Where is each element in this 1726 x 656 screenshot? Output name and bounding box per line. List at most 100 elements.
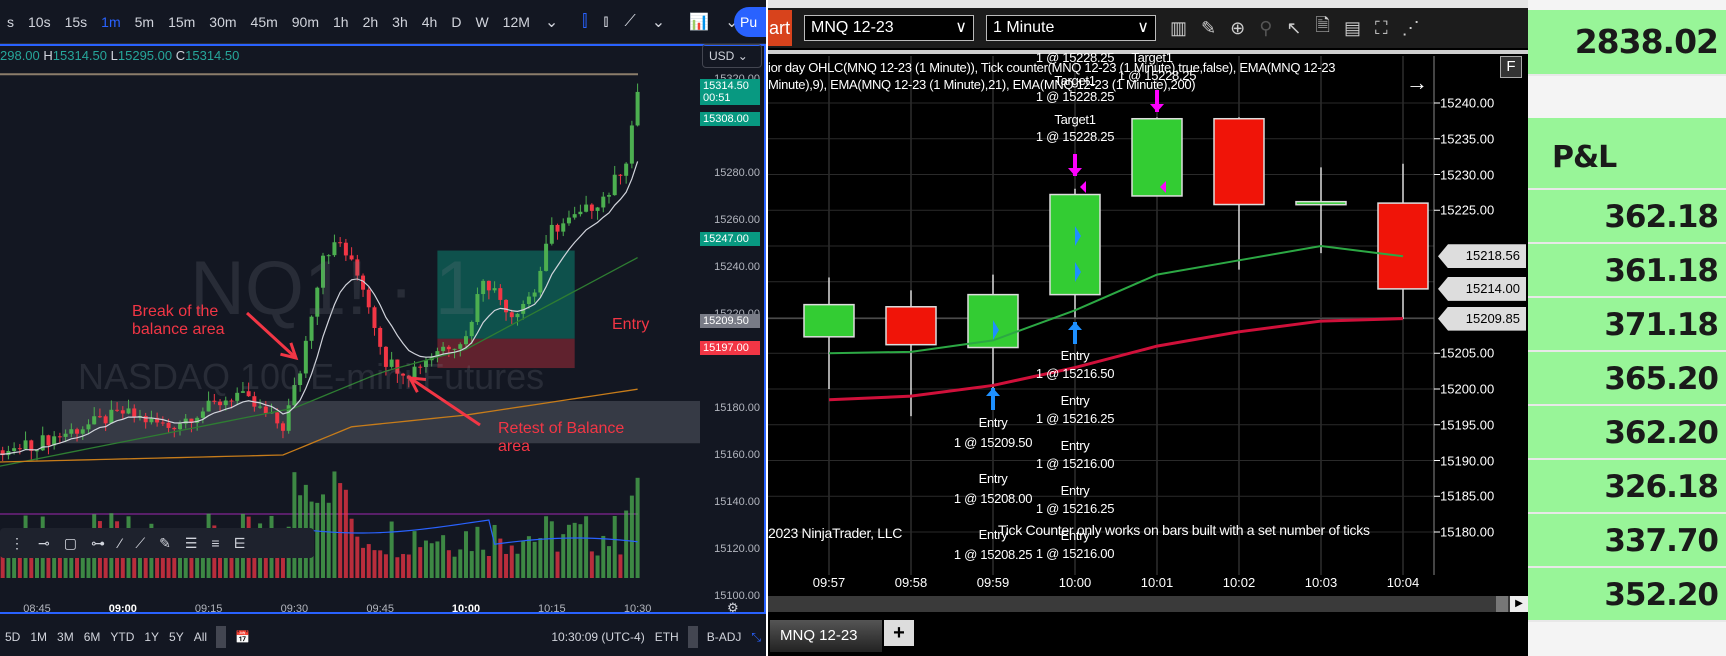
- volume-bar: [635, 477, 640, 578]
- range-6M[interactable]: 6M: [79, 630, 106, 644]
- candle-body: [200, 411, 205, 418]
- copyright: 2023 NinjaTrader, LLC: [768, 525, 903, 541]
- entry-label: Entry: [978, 415, 1008, 430]
- divider: [687, 626, 698, 648]
- range-3M[interactable]: 3M: [52, 630, 79, 644]
- volume-bar: [521, 541, 526, 578]
- candle-body: [578, 211, 583, 215]
- range-1M[interactable]: 1M: [25, 630, 52, 644]
- price-tick: 15190.00: [1440, 453, 1495, 468]
- range-5D[interactable]: 5D: [0, 630, 25, 644]
- scroll-right-icon[interactable]: ▶: [1510, 596, 1528, 612]
- candle-body: [166, 422, 171, 428]
- entry-price: 1 @ 15216.00: [1035, 456, 1115, 471]
- volume-bar: [624, 510, 629, 578]
- price-marker-tag: 15209.85: [1438, 306, 1526, 331]
- price-tick: 15120.00: [714, 543, 760, 555]
- target-label: Target1: [1054, 112, 1096, 127]
- entry-label: Entry: [1060, 393, 1090, 408]
- volume-bar: [612, 516, 617, 578]
- horizontal-line-icon[interactable]: ⊸: [38, 535, 50, 552]
- volume-bar: [423, 540, 428, 578]
- scroll-right-arrow-icon[interactable]: →: [1406, 70, 1428, 96]
- candle-body: [572, 214, 577, 218]
- candle-body: [566, 217, 571, 224]
- candle-body: [492, 288, 497, 291]
- volume-bar: [372, 550, 377, 578]
- volume-bar: [498, 538, 503, 578]
- parallel-channel-icon[interactable]: ☰: [185, 535, 198, 552]
- currency-select[interactable]: USD ⌄: [702, 44, 762, 68]
- volume-bar: [629, 495, 634, 578]
- annotation-break: Break of the balance area: [132, 303, 225, 338]
- volume-bar: [35, 558, 39, 578]
- candle-body: [92, 416, 97, 425]
- adjust-toggle[interactable]: B-ADJ: [702, 630, 747, 644]
- target-price: 1 @ 15228.25: [1035, 50, 1115, 65]
- entry-label: Entry: [1060, 348, 1090, 363]
- range-5Y[interactable]: 5Y: [164, 630, 189, 644]
- time-tick: 10:01: [1140, 575, 1174, 590]
- candle-body: [120, 410, 125, 414]
- candle-body: [126, 408, 131, 414]
- maximize-icon[interactable]: ⤡: [746, 630, 766, 645]
- rectangle-icon[interactable]: ▢: [64, 535, 77, 552]
- stop-price-tag: 15197.00: [700, 341, 760, 355]
- candle-body: [160, 422, 165, 424]
- pnl-row: 362.18: [1528, 190, 1726, 244]
- candle-body: [486, 280, 491, 291]
- volume-bar: [355, 536, 360, 578]
- pnl-row: 352.20: [1528, 568, 1726, 622]
- volume-bar: [549, 521, 554, 578]
- candle-body: [464, 336, 468, 345]
- scrollbar-thumb[interactable]: [1496, 596, 1508, 612]
- candle-body: [338, 242, 343, 244]
- volume-bar: [349, 518, 354, 578]
- candle-body: [143, 415, 148, 423]
- pnl-panel: 2838.02 P&L 362.18 361.18 371.18 365.20 362.…: [1528, 0, 1726, 656]
- volume-bar: [378, 550, 383, 578]
- f-button[interactable]: F: [1500, 56, 1522, 78]
- target-price: 1 @ 15228.25: [1117, 68, 1197, 83]
- trend-line-icon[interactable]: ⁄: [119, 535, 121, 551]
- session-toggle[interactable]: ETH: [650, 630, 684, 644]
- horizontal-scrollbar[interactable]: ▶: [768, 596, 1528, 612]
- time-tick: 09:00: [108, 603, 137, 615]
- add-tab-button[interactable]: +: [884, 620, 914, 646]
- volume-bar: [406, 554, 411, 578]
- entry-label: Entry: [1060, 483, 1090, 498]
- time-tick: 10:03: [1304, 575, 1338, 590]
- pitchfork-icon[interactable]: ⋿: [234, 535, 246, 552]
- volume-bar: [492, 524, 497, 578]
- time-tick: 09:59: [976, 575, 1010, 590]
- brush-icon[interactable]: ✎: [159, 535, 171, 552]
- entry-price: 1 @ 15216.25: [1035, 501, 1115, 516]
- price-tick: 15180.00: [714, 402, 760, 414]
- candle-body: [80, 429, 85, 434]
- pnl-row: 371.18: [1528, 298, 1726, 352]
- volume-bar: [584, 516, 589, 578]
- ray-icon[interactable]: ⟋: [135, 535, 145, 552]
- goto-date-icon[interactable]: 📅: [230, 630, 255, 644]
- bottom-toolbar: 5D 1M 3M 6M YTD 1Y 5Y All 📅 10:30:09 (UTC-4) ETH B-…: [0, 618, 766, 656]
- entry-label: Entry: [978, 471, 1008, 486]
- tab-mnq[interactable]: MNQ 12-23: [770, 620, 882, 652]
- range-1Y[interactable]: 1Y: [139, 630, 164, 644]
- range-YTD[interactable]: YTD: [105, 630, 139, 644]
- candle-body: [46, 435, 51, 446]
- candle-body: [1377, 202, 1429, 290]
- price-tick: 15200.00: [1440, 381, 1495, 397]
- range-All[interactable]: All: [189, 630, 212, 644]
- candle-body: [538, 270, 543, 293]
- ohlc-legend: 298.00 H15314.50 L15295.00 C15314.50: [0, 48, 239, 63]
- horizontal-ray-icon[interactable]: ⊶: [91, 535, 105, 552]
- fib-icon[interactable]: ≡: [211, 535, 219, 551]
- annotation-entry: Entry: [612, 316, 650, 333]
- candle-body: [23, 440, 28, 450]
- candle-body: [258, 406, 263, 408]
- candle-body: [446, 346, 451, 350]
- settings-gear-icon[interactable]: ⚙: [727, 600, 739, 616]
- target-price: 1 @ 15228.25: [1035, 89, 1115, 104]
- time-tick: 08:45: [23, 603, 51, 615]
- drag-handle-icon[interactable]: ⋮: [10, 535, 24, 552]
